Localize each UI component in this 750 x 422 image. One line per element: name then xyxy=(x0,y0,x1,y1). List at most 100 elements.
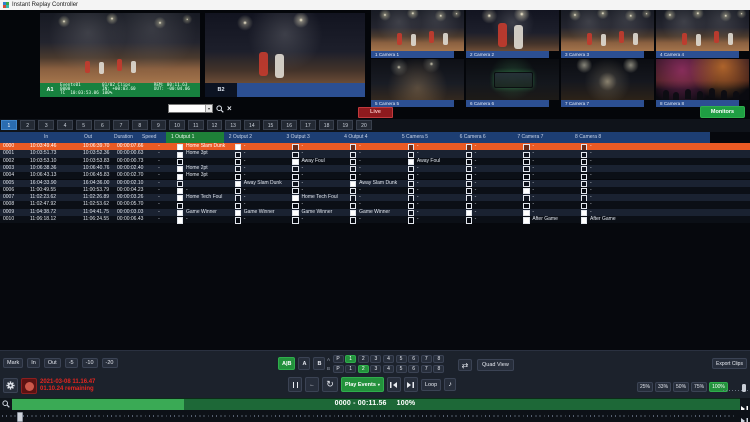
event-checkbox[interactable] xyxy=(466,217,472,223)
table-row[interactable]: 000310:06:38.3610:06:40.7600:00:02.40-Ho… xyxy=(0,165,750,172)
channel-b-1-button[interactable]: 1 xyxy=(345,365,356,373)
20-button[interactable]: -20 xyxy=(102,358,118,368)
table-row[interactable]: 000811:02:47.9211:02:53.6200:00:05.70---… xyxy=(0,201,750,208)
table-row[interactable]: 000711:02:23.6211:02:26.8900:00:03.26-Ho… xyxy=(0,194,750,201)
tab-13[interactable]: 13 xyxy=(225,120,241,130)
channel-b-3-button[interactable]: 3 xyxy=(370,365,381,373)
tab-10[interactable]: 10 xyxy=(169,120,185,130)
b-button[interactable]: B xyxy=(313,357,325,370)
tab-2[interactable]: 2 xyxy=(20,120,36,130)
channel-a-5-button[interactable]: 5 xyxy=(396,355,407,363)
event-checkbox[interactable] xyxy=(235,217,241,223)
table-row[interactable]: 000110:03:51.7310:03:52.3600:00:00.63-Ho… xyxy=(0,150,750,157)
speed-75pct-button[interactable]: 75% xyxy=(691,382,707,392)
camera-thumbnail[interactable]: 2 Camera 2 xyxy=(466,10,559,58)
play-events-dropdown[interactable]: Play Events ▾ xyxy=(341,377,384,392)
tab-4[interactable]: 4 xyxy=(57,120,73,130)
event-checkbox[interactable] xyxy=(408,217,414,223)
speed-25pct-button[interactable]: 25% xyxy=(637,382,653,392)
tab-3[interactable]: 3 xyxy=(38,120,54,130)
out-button[interactable]: Out xyxy=(44,358,61,368)
camera-thumbnail[interactable]: 5 Camera 5 xyxy=(371,59,464,107)
table-row[interactable]: 000410:06:43.1310:06:45.8300:00:02.70-Ho… xyxy=(0,172,750,179)
channel-b-6-button[interactable]: 6 xyxy=(408,365,419,373)
clear-search-icon[interactable]: × xyxy=(227,104,232,113)
monitors-button[interactable]: Monitors xyxy=(700,106,745,118)
speed-50pct-button[interactable]: 50% xyxy=(673,382,689,392)
in-button[interactable]: In xyxy=(27,358,40,368)
camera-thumbnail[interactable]: 6 Camera 6 xyxy=(466,59,559,107)
table-row[interactable]: 000911:04:38.7211:04:41.7500:00:03.03-Ga… xyxy=(0,209,750,216)
tab-6[interactable]: 6 xyxy=(94,120,110,130)
tab-19[interactable]: 19 xyxy=(337,120,353,130)
event-checkbox[interactable] xyxy=(581,217,587,223)
loop-button[interactable]: Loop xyxy=(421,379,441,391)
tab-20[interactable]: 20 xyxy=(356,120,372,130)
event-checkbox[interactable] xyxy=(177,217,183,223)
quad-view-button[interactable]: Quad View xyxy=(477,359,514,371)
export-clips-button[interactable]: Export Clips xyxy=(712,358,747,369)
slider-handle[interactable] xyxy=(742,384,746,392)
camera-thumbnail[interactable]: 7 Camera 7 xyxy=(561,59,654,107)
skip-to-start-button[interactable] xyxy=(387,377,401,392)
tab-15[interactable]: 15 xyxy=(263,120,279,130)
skip-to-end-button[interactable] xyxy=(404,377,418,392)
5-button[interactable]: -5 xyxy=(65,358,78,368)
event-checkbox[interactable] xyxy=(292,217,298,223)
a-button[interactable]: A xyxy=(298,357,310,370)
search-dropdown-icon[interactable]: ▾ xyxy=(205,105,212,112)
channel-b-2-button[interactable]: 2 xyxy=(358,365,369,373)
ab-toggle-button[interactable]: A|B xyxy=(278,357,295,370)
channel-a-6-button[interactable]: 6 xyxy=(408,355,419,363)
swap-channels-icon[interactable]: ⇄ xyxy=(458,359,472,371)
channel-b-5-button[interactable]: 5 xyxy=(396,365,407,373)
channel-a-1-button[interactable]: 1 xyxy=(345,355,356,363)
tab-5[interactable]: 5 xyxy=(76,120,92,130)
tab-16[interactable]: 16 xyxy=(281,120,297,130)
tab-14[interactable]: 14 xyxy=(244,120,260,130)
tab-9[interactable]: 9 xyxy=(151,120,167,130)
event-checkbox[interactable] xyxy=(523,217,529,223)
camera-thumbnail[interactable]: 3 Camera 3 xyxy=(561,10,654,58)
channel-a-4-button[interactable]: 4 xyxy=(383,355,394,363)
table-row[interactable]: 000010:03:49.4610:06:39.7000:00:07.66-Ho… xyxy=(0,143,750,150)
channel-a-2-button[interactable]: 2 xyxy=(358,355,369,363)
table-row[interactable]: 000611:00:49.5511:00:53.7900:00:04.23---… xyxy=(0,187,750,194)
search-icon[interactable] xyxy=(216,105,224,113)
tab-18[interactable]: 18 xyxy=(319,120,335,130)
tab-12[interactable]: 12 xyxy=(207,120,223,130)
record-button[interactable] xyxy=(21,378,37,394)
table-row[interactable]: 000516:04:33.9016:04:36.0000:00:02.10-Aw… xyxy=(0,180,750,187)
channel-a-program-button[interactable]: P xyxy=(333,355,344,363)
camera-thumbnail[interactable]: 8 Camera 8 xyxy=(656,59,749,107)
event-checkbox[interactable] xyxy=(350,217,356,223)
channel-b-8-button[interactable]: 8 xyxy=(433,365,444,373)
jog-dial-button[interactable]: ↻ xyxy=(322,377,338,392)
tab-11[interactable]: 11 xyxy=(188,120,204,130)
10-button[interactable]: -10 xyxy=(82,358,98,368)
mark-button[interactable]: Mark xyxy=(3,358,23,368)
monitor-a[interactable]: A1 Events01 01/02 Clips REM: 00:11.63 00… xyxy=(40,13,200,97)
timeline-ruler[interactable] xyxy=(0,410,750,422)
tab-7[interactable]: 7 xyxy=(113,120,129,130)
channel-a-7-button[interactable]: 7 xyxy=(421,355,432,363)
timeline-handle[interactable] xyxy=(17,412,23,422)
audio-button[interactable]: ♪ xyxy=(444,378,456,391)
search-input[interactable] xyxy=(169,105,205,112)
channel-a-8-button[interactable]: 8 xyxy=(433,355,444,363)
settings-button[interactable] xyxy=(3,378,18,393)
previous-event-button[interactable]: ← xyxy=(305,377,319,392)
live-button[interactable]: Live xyxy=(358,107,393,118)
tab-8[interactable]: 8 xyxy=(132,120,148,130)
camera-thumbnail[interactable]: 1 Camera 1 xyxy=(371,10,464,58)
channel-b-program-button[interactable]: P xyxy=(333,365,344,373)
tab-17[interactable]: 17 xyxy=(300,120,316,130)
channel-a-3-button[interactable]: 3 xyxy=(370,355,381,363)
camera-thumbnail[interactable]: 4 Camera 4 xyxy=(656,10,749,58)
timeline-skip-end-button[interactable] xyxy=(740,412,749,422)
channel-b-7-button[interactable]: 7 xyxy=(421,365,432,373)
pause-button[interactable] xyxy=(288,377,302,392)
table-row[interactable]: 001011:06:18.1211:06:24.5500:00:06.43---… xyxy=(0,216,750,223)
table-row[interactable]: 000210:03:53.1010:03:53.8300:00:00.73--A… xyxy=(0,158,750,165)
tab-1[interactable]: 1 xyxy=(1,120,17,130)
